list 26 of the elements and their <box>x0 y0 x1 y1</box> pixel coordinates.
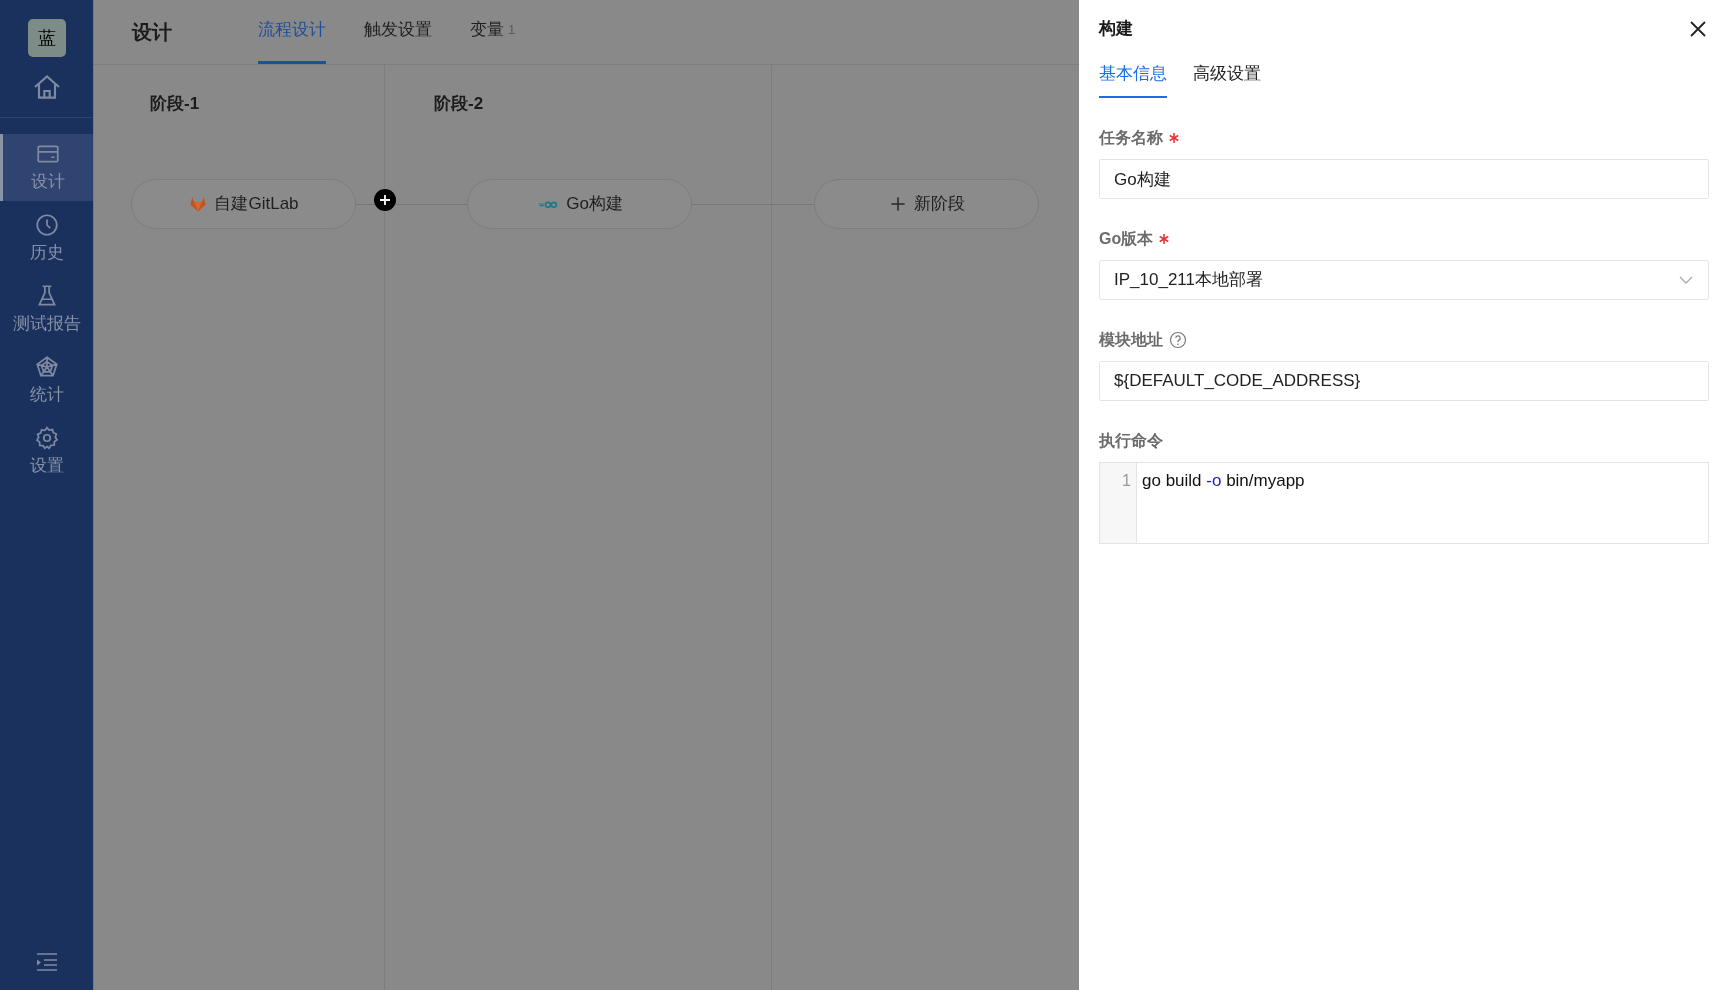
sidebar-item[interactable]: 统计 <box>0 347 93 414</box>
sidebar-item[interactable]: 设置 <box>0 418 93 485</box>
sidebar-item[interactable]: 测试报告 <box>0 276 93 343</box>
drawer-tab[interactable]: 基本信息 <box>1099 58 1167 98</box>
sidebar-item[interactable]: 历史 <box>0 205 93 272</box>
header-tab[interactable]: 触发设置 <box>364 0 432 64</box>
drawer-title: 构建 <box>1099 18 1133 41</box>
text-input-field[interactable]: ${DEFAULT_CODE_ADDRESS} <box>1099 361 1709 401</box>
select-field[interactable]: IP_10_211本地部署 <box>1099 260 1709 300</box>
stage-title: 阶段-1 <box>150 94 200 113</box>
page-title: 设计 <box>132 19 172 45</box>
stage-title: 阶段-2 <box>434 94 484 113</box>
field-label: 任务名称 <box>1099 128 1163 148</box>
logo-badge: 蓝 <box>27 19 66 57</box>
pipeline-task-node[interactable]: Go构建 <box>467 179 692 229</box>
pipeline-task-node[interactable]: 新阶段 <box>814 179 1039 229</box>
code-editor[interactable]: 1 go build -o bin/myapp <box>1099 462 1709 544</box>
line-number: 1 <box>1122 471 1131 491</box>
field-label: 模块地址 <box>1099 330 1163 350</box>
sidebar-item[interactable]: 设计 <box>0 134 93 201</box>
field-label: 执行命令 <box>1099 431 1163 451</box>
text-input-field[interactable]: Go构建 <box>1099 159 1709 199</box>
code-line: go build -o bin/myapp <box>1142 471 1305 491</box>
pipeline-task-node[interactable]: 自建GitLab <box>131 179 356 229</box>
field-label: Go版本 <box>1099 229 1154 249</box>
drawer-tab[interactable]: 高级设置 <box>1193 58 1261 98</box>
